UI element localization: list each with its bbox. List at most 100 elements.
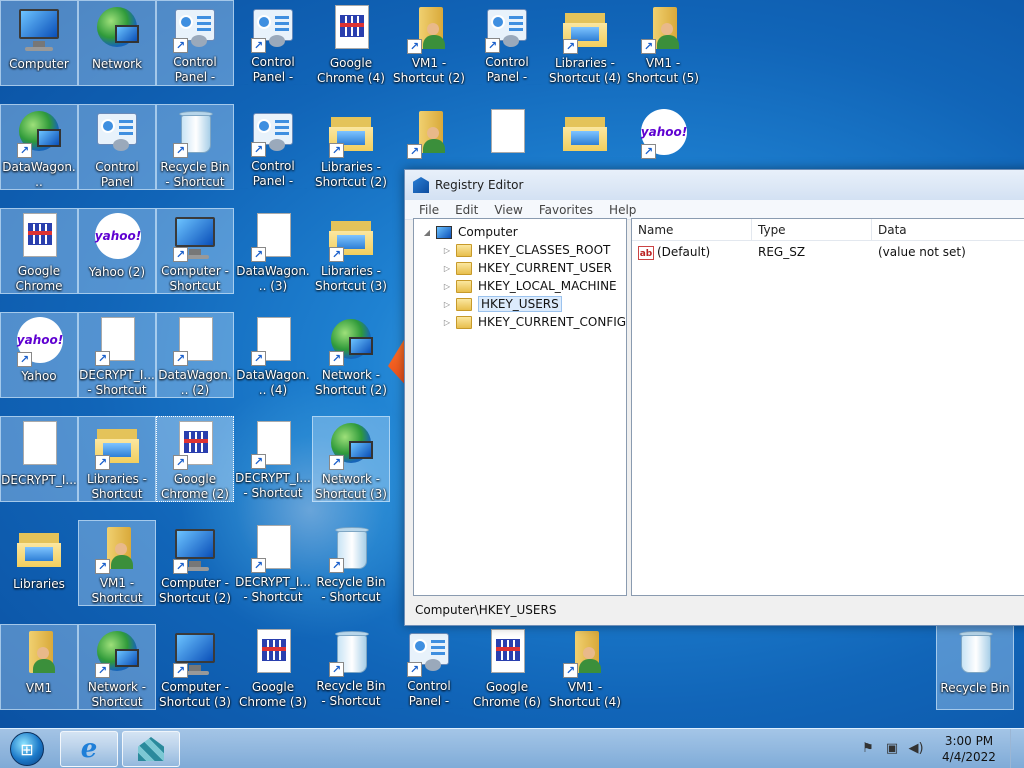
desktop-icon[interactable]: VM1 bbox=[0, 624, 78, 710]
start-button[interactable]: ⊞ bbox=[4, 731, 50, 767]
column-name[interactable]: Name bbox=[632, 219, 752, 240]
desktop-icon[interactable]: ↗ DataWagon... (4) bbox=[234, 312, 312, 398]
desktop-icon[interactable]: Recycle Bin bbox=[936, 624, 1014, 710]
shortcut-arrow-icon: ↗ bbox=[251, 142, 266, 157]
expand-icon[interactable]: ▷ bbox=[442, 318, 452, 327]
desktop-icon[interactable]: Google Chrome (4) bbox=[312, 0, 390, 86]
yahoo-icon: yahoo! ↗ bbox=[639, 109, 687, 159]
desktop-icon-label: Network - Shortcut bbox=[87, 679, 147, 709]
shortcut-arrow-icon: ↗ bbox=[251, 350, 266, 366]
desktop-icon[interactable]: ↗ DECRYPT_I... - Shortcut bbox=[78, 312, 156, 398]
expand-icon[interactable]: ▷ bbox=[442, 246, 452, 255]
desktop-icon[interactable]: ↗ DECRYPT_I... - Shortcut (2) bbox=[234, 416, 312, 502]
desktop-icon-label: Network bbox=[91, 57, 143, 71]
desktop-icon[interactable]: ↗ Libraries - Shortcut bbox=[78, 416, 156, 502]
menu-help[interactable]: Help bbox=[601, 203, 644, 217]
network-icon: ↗ bbox=[93, 629, 141, 678]
desktop-icon[interactable]: ↗ Recycle Bin - Shortcut (2) bbox=[312, 520, 390, 606]
clock[interactable]: 3:00 PM 4/4/2022 bbox=[928, 733, 1010, 765]
desktop-icon[interactable]: ↗ Libraries - Shortcut (3) bbox=[312, 208, 390, 294]
computer-icon: ↗ bbox=[171, 213, 219, 262]
desktop-icon[interactable]: yahoo! Yahoo (2) bbox=[78, 208, 156, 294]
desktop-icon[interactable]: ↗ DECRYPT_I... - Shortcut (3) bbox=[234, 520, 312, 606]
registry-tree[interactable]: ◢ Computer ▷ HKEY_CLASSES_ROOT ▷ HKEY_CU… bbox=[413, 218, 628, 596]
window-title: Registry Editor bbox=[435, 178, 524, 192]
shortcut-arrow-icon: ↗ bbox=[173, 454, 188, 470]
show-desktop-button[interactable] bbox=[1010, 729, 1024, 768]
column-type[interactable]: Type bbox=[752, 219, 872, 240]
shortcut-arrow-icon: ↗ bbox=[563, 662, 578, 678]
desktop-icon-label: DataWagon... (4) bbox=[236, 367, 310, 397]
desktop-icon[interactable]: DECRYPT_I... bbox=[0, 416, 78, 502]
desktop-icon[interactable]: ↗ Network - Shortcut (2) bbox=[312, 312, 390, 398]
user-folder-icon bbox=[15, 629, 63, 679]
desktop-icon-label: Recycle Bin - Shortcut (2) bbox=[316, 575, 386, 604]
desktop-icon-label: DataWagon... (2) bbox=[158, 367, 232, 397]
menu-view[interactable]: View bbox=[486, 203, 530, 217]
expand-icon[interactable]: ▷ bbox=[442, 264, 452, 273]
desktop-icon[interactable]: ↗ Control Panel - Shortcut bbox=[156, 0, 234, 86]
taskbar-regedit-button[interactable] bbox=[122, 731, 180, 767]
desktop-icon[interactable]: ↗ Network - Shortcut bbox=[78, 624, 156, 710]
shortcut-arrow-icon: ↗ bbox=[173, 662, 188, 678]
desktop-icon[interactable]: Control Panel bbox=[78, 104, 156, 190]
desktop-icon-label: DataWagon... (3) bbox=[236, 263, 310, 293]
volume-icon[interactable]: ◀) bbox=[908, 741, 924, 757]
desktop-icon[interactable]: ↗ Network - Shortcut (3) bbox=[312, 416, 390, 502]
expand-icon[interactable]: ▷ bbox=[442, 300, 452, 309]
desktop-icon[interactable]: ↗ VM1 - Shortcut (5) bbox=[624, 0, 702, 86]
desktop-icon-label: DataWagon... bbox=[2, 159, 76, 189]
tree-item-hklm[interactable]: ▷ HKEY_LOCAL_MACHINE bbox=[414, 277, 626, 295]
network-icon[interactable]: ▣ bbox=[884, 741, 900, 757]
desktop-icon[interactable]: ↗ Control Panel - Shortcut (2) bbox=[234, 0, 312, 86]
collapse-icon[interactable]: ◢ bbox=[422, 228, 432, 237]
menu-file[interactable]: File bbox=[411, 203, 447, 217]
action-center-flag-icon[interactable]: ⚑ bbox=[860, 741, 876, 757]
desktop-icon[interactable]: ↗ Control Panel - Shortcut (4) bbox=[390, 624, 468, 710]
desktop-icon[interactable]: ↗ DataWagon... (3) bbox=[234, 208, 312, 294]
desktop-icon[interactable]: Computer bbox=[0, 0, 78, 86]
desktop-icon-label: Computer - Shortcut (3) bbox=[159, 679, 231, 709]
desktop-icon[interactable]: ↗ Computer - Shortcut bbox=[156, 208, 234, 294]
desktop-icon[interactable]: Network bbox=[78, 0, 156, 86]
desktop-icon[interactable]: ↗ DataWagon... bbox=[0, 104, 78, 190]
desktop-icon[interactable]: ↗ Control Panel - Shortcut (5) bbox=[468, 0, 546, 86]
desktop-icon[interactable]: ↗ Libraries - Shortcut (4) bbox=[546, 0, 624, 86]
desktop-icon[interactable]: ↗ Computer - Shortcut (2) bbox=[156, 520, 234, 606]
values-list[interactable]: Name Type Data ab (Default) REG_SZ (value… bbox=[631, 218, 1024, 596]
column-data[interactable]: Data bbox=[872, 219, 1024, 240]
desktop-icon[interactable]: ↗ VM1 - Shortcut bbox=[78, 520, 156, 606]
desktop-icon[interactable]: ↗ Recycle Bin - Shortcut bbox=[156, 104, 234, 190]
tree-item-computer[interactable]: ◢ Computer bbox=[414, 223, 626, 241]
desktop-icon[interactable]: yahoo! ↗ Yahoo bbox=[0, 312, 78, 398]
tree-item-hkcr[interactable]: ▷ HKEY_CLASSES_ROOT bbox=[414, 241, 626, 259]
desktop-icon[interactable]: ↗ DataWagon... (2) bbox=[156, 312, 234, 398]
menu-edit[interactable]: Edit bbox=[447, 203, 486, 217]
desktop-icon[interactable]: Google Chrome (3) bbox=[234, 624, 312, 710]
desktop-icon[interactable]: ↗ Libraries - Shortcut (2) bbox=[312, 104, 390, 190]
registry-editor-window[interactable]: Registry Editor File Edit View Favorites… bbox=[404, 169, 1024, 626]
desktop-icon[interactable]: Google Chrome bbox=[0, 208, 78, 294]
tree-item-hkcu[interactable]: ▷ HKEY_CURRENT_USER bbox=[414, 259, 626, 277]
title-bar[interactable]: Registry Editor bbox=[405, 170, 1024, 200]
desktop-icon-label: VM1 - Shortcut (5) bbox=[627, 55, 699, 85]
desktop-icon[interactable]: ↗ VM1 - Shortcut (4) bbox=[546, 624, 624, 710]
taskbar-ie-button[interactable]: e bbox=[60, 731, 118, 767]
desktop-icon[interactable]: Google Chrome (6) bbox=[468, 624, 546, 710]
desktop-icon-label: Libraries - Shortcut (3) bbox=[315, 263, 387, 293]
tree-item-hku[interactable]: ▷ HKEY_USERS bbox=[414, 295, 626, 313]
tree-item-hkcc[interactable]: ▷ HKEY_CURRENT_CONFIG bbox=[414, 313, 626, 331]
desktop-icon[interactable]: ↗ Google Chrome (2) bbox=[156, 416, 234, 502]
shortcut-arrow-icon: ↗ bbox=[407, 38, 422, 54]
desktop-icon[interactable]: ↗ Recycle Bin - Shortcut (3) bbox=[312, 624, 390, 710]
value-row[interactable]: ab (Default) REG_SZ (value not set) bbox=[632, 241, 1024, 263]
desktop-icon[interactable]: ↗ Computer - Shortcut (3) bbox=[156, 624, 234, 710]
recycle-bin-icon: ↗ bbox=[327, 525, 375, 573]
desktop-icon[interactable]: Libraries bbox=[0, 520, 78, 606]
desktop-icon[interactable]: ↗ Control Panel - Shortcut (3) bbox=[234, 104, 312, 190]
expand-icon[interactable]: ▷ bbox=[442, 282, 452, 291]
menu-favorites[interactable]: Favorites bbox=[531, 203, 601, 217]
desktop-icon[interactable]: ↗ VM1 - Shortcut (2) bbox=[390, 0, 468, 86]
chrome-icon bbox=[15, 213, 63, 262]
shortcut-arrow-icon: ↗ bbox=[95, 558, 110, 574]
